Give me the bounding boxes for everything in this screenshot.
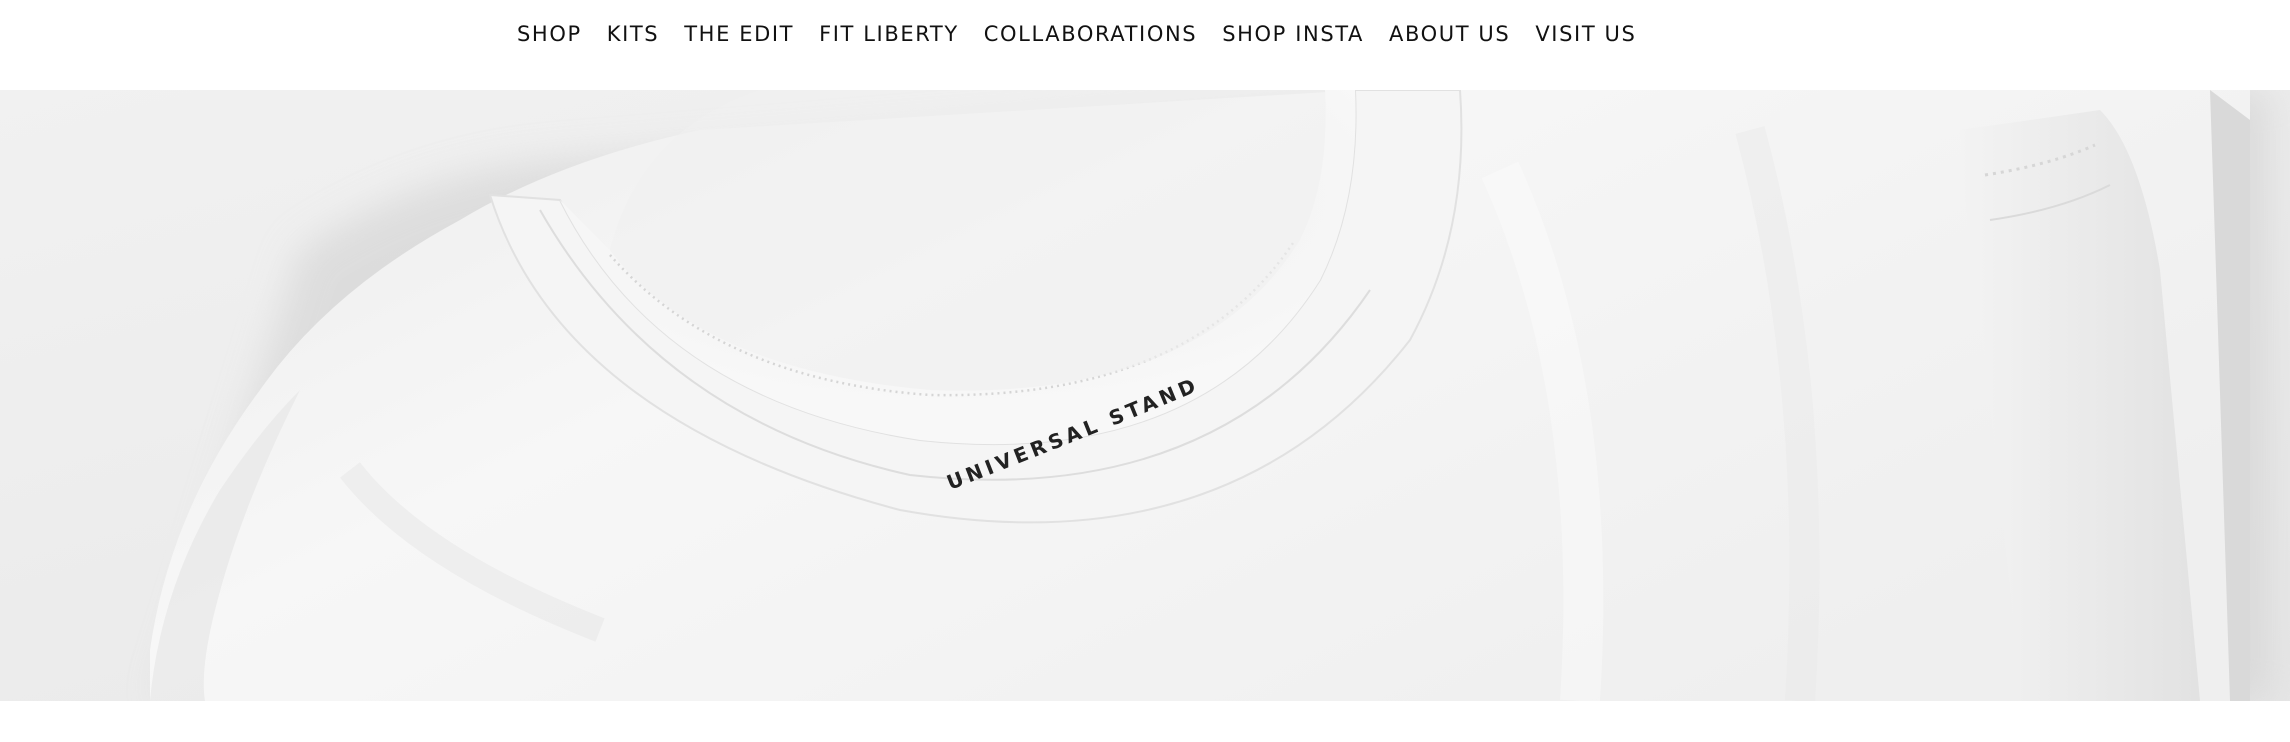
nav-item-about-us[interactable]: ABOUT US	[1389, 20, 1510, 48]
page-bottom-spacer	[0, 701, 2290, 742]
nav-item-shop-insta[interactable]: SHOP INSTA	[1222, 20, 1364, 48]
nav-item-collaborations[interactable]: COLLABORATIONS	[984, 20, 1197, 48]
nav-item-visit-us[interactable]: VISIT US	[1535, 20, 1636, 48]
nav-item-shop[interactable]: SHOP	[517, 20, 582, 48]
top-navigation: SHOP KITS THE EDIT FIT LIBERTY COLLABORA…	[0, 0, 2290, 90]
nav-item-kits[interactable]: KITS	[607, 20, 660, 48]
nav-item-fit-liberty[interactable]: FIT LIBERTY	[819, 20, 959, 48]
nav-item-the-edit[interactable]: THE EDIT	[684, 20, 794, 48]
main-menu: SHOP KITS THE EDIT FIT LIBERTY COLLABORA…	[517, 20, 1636, 48]
hero-banner[interactable]: UNIVERSAL STANDARD	[0, 90, 2290, 701]
hero-tshirt-image: UNIVERSAL STANDARD	[0, 90, 2290, 701]
